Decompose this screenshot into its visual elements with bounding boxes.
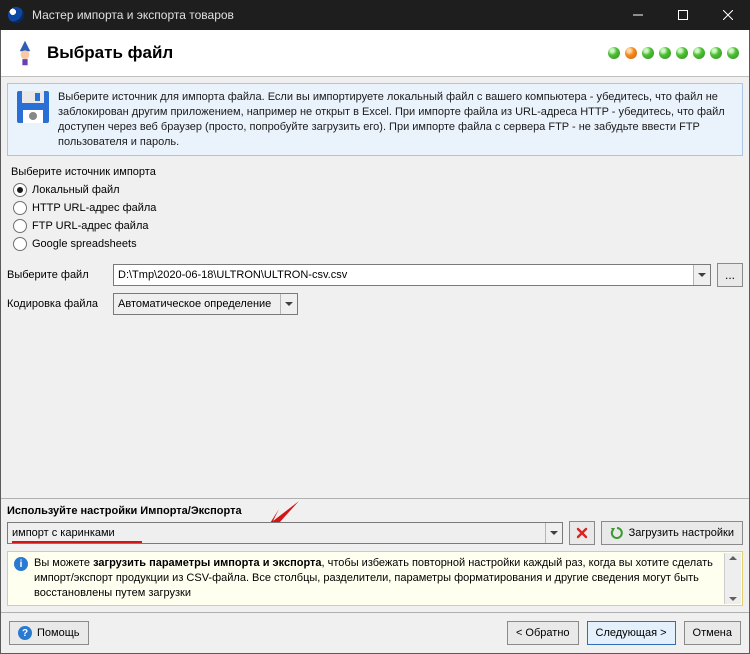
wizard-icon <box>11 39 39 67</box>
app-icon <box>8 7 24 23</box>
file-path-input[interactable]: D:\Tmp\2020-06-18\ULTRON\ULTRON-csv.csv <box>113 264 711 286</box>
encoding-row: Кодировка файла Автоматическое определен… <box>7 293 743 315</box>
footer: ? Помощь < Обратно Следующая > Отмена <box>1 612 749 653</box>
settings-row: импорт с каринками Загрузить настройки <box>7 521 743 545</box>
minimize-button[interactable] <box>615 0 660 30</box>
back-button[interactable]: < Обратно <box>507 621 579 645</box>
source-group: Выберите источник импорта Локальный файл… <box>11 166 739 253</box>
step-dot-current <box>625 47 637 59</box>
preset-value: импорт с каринками <box>12 527 115 539</box>
load-settings-button[interactable]: Загрузить настройки <box>601 521 743 545</box>
encoding-label: Кодировка файла <box>7 298 107 310</box>
titlebar: Мастер импорта и экспорта товаров <box>0 0 750 30</box>
chevron-down-icon <box>545 523 562 543</box>
file-dropdown-icon[interactable] <box>693 265 710 285</box>
radio-label: FTP URL-адрес файла <box>32 220 148 232</box>
reload-icon <box>610 526 624 540</box>
radio-ftp-url[interactable]: FTP URL-адрес файла <box>11 217 739 235</box>
step-dot <box>642 47 654 59</box>
radio-local-file[interactable]: Локальный файл <box>11 181 739 199</box>
hint-text: Вы можете загрузить параметры импорта и … <box>34 556 722 601</box>
hint-scrollbar[interactable] <box>724 553 741 604</box>
help-button[interactable]: ? Помощь <box>9 621 89 645</box>
maximize-button[interactable] <box>660 0 705 30</box>
red-underline-annotation <box>12 541 142 543</box>
step-dot <box>608 47 620 59</box>
hint-box: i Вы можете загрузить параметры импорта … <box>7 551 743 606</box>
close-button[interactable] <box>705 0 750 30</box>
step-dot <box>676 47 688 59</box>
wizard-window: Мастер импорта и экспорта товаров Выб <box>0 0 750 654</box>
wizard-header: Выбрать файл <box>1 30 749 77</box>
encoding-value: Автоматическое определение <box>118 298 271 310</box>
step-dot <box>710 47 722 59</box>
load-settings-label: Загрузить настройки <box>629 527 734 539</box>
info-icon: i <box>14 557 28 571</box>
scroll-down-icon <box>729 597 737 601</box>
window-title: Мастер импорта и экспорта товаров <box>32 8 615 22</box>
next-button[interactable]: Следующая > <box>587 621 676 645</box>
file-label: Выберите файл <box>7 269 107 281</box>
radio-label: Google spreadsheets <box>32 238 137 250</box>
cancel-button[interactable]: Отмена <box>684 621 741 645</box>
settings-title: Используйте настройки Импорта/Экспорта <box>7 505 743 517</box>
delete-preset-button[interactable] <box>569 521 595 545</box>
file-path-value: D:\Tmp\2020-06-18\ULTRON\ULTRON-csv.csv <box>118 269 347 281</box>
file-row: Выберите файл D:\Tmp\2020-06-18\ULTRON\U… <box>7 263 743 287</box>
floppy-icon <box>16 90 50 124</box>
step-indicator <box>608 47 739 59</box>
radio-google-sheets[interactable]: Google spreadsheets <box>11 235 739 253</box>
radio-http-url[interactable]: HTTP URL-адрес файла <box>11 199 739 217</box>
radio-icon <box>13 201 27 215</box>
encoding-select[interactable]: Автоматическое определение <box>113 293 298 315</box>
radio-label: Локальный файл <box>32 184 120 196</box>
info-text: Выберите источник для импорта файла. Есл… <box>58 90 734 149</box>
next-label: Следующая > <box>596 627 667 639</box>
settings-section: Используйте настройки Импорта/Экспорта и… <box>1 498 749 612</box>
source-group-label: Выберите источник импорта <box>11 166 739 178</box>
help-label: Помощь <box>37 627 80 639</box>
step-dot <box>659 47 671 59</box>
content-area: Выберите источник для импорта файла. Есл… <box>1 77 749 498</box>
radio-label: HTTP URL-адрес файла <box>32 202 156 214</box>
page-title: Выбрать файл <box>47 43 173 63</box>
cancel-label: Отмена <box>693 627 732 639</box>
scroll-up-icon <box>729 556 737 560</box>
browse-button[interactable]: ... <box>717 263 743 287</box>
step-dot <box>727 47 739 59</box>
preset-select[interactable]: импорт с каринками <box>7 522 563 544</box>
window-controls <box>615 0 750 30</box>
radio-icon <box>13 183 27 197</box>
client-area: Выбрать файл <box>0 30 750 654</box>
radio-icon <box>13 219 27 233</box>
chevron-down-icon <box>280 294 297 314</box>
radio-icon <box>13 237 27 251</box>
back-label: < Обратно <box>516 627 570 639</box>
info-box: Выберите источник для импорта файла. Есл… <box>7 83 743 156</box>
help-icon: ? <box>18 626 32 640</box>
step-dot <box>693 47 705 59</box>
